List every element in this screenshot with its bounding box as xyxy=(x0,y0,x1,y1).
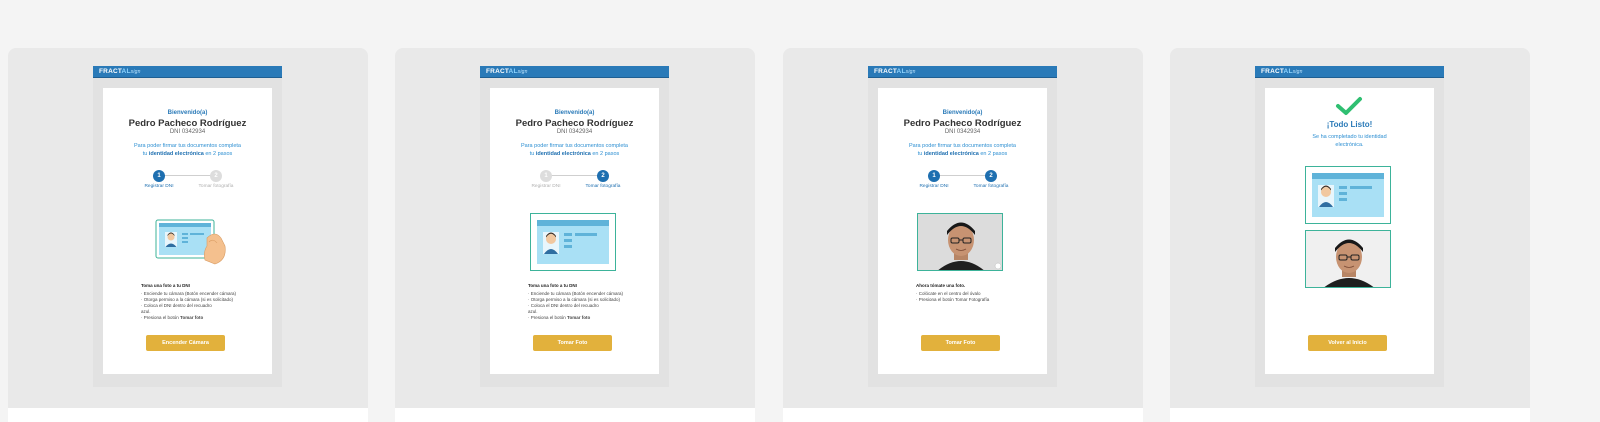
phone-frame: FRACTALsign Bienvenido(a) Pedro Pacheco … xyxy=(480,66,669,387)
intro-text: Para poder firmar tus documentos complet… xyxy=(909,143,1016,157)
instruction-line: azul. xyxy=(528,309,538,314)
welcome-label: Bienvenido(a) xyxy=(167,110,208,116)
screen-capture-selfie: Bienvenido(a) Pedro Pacheco Rodríguez DN… xyxy=(878,88,1047,374)
brand-logo: FRACTALsign xyxy=(874,68,916,75)
mockup-card-2: FRACTALsign Bienvenido(a) Pedro Pacheco … xyxy=(395,48,755,422)
success-message: Se ha completado tu identidad electrónic… xyxy=(1312,134,1387,148)
instruction-line: · Colócate en el centro del óvalo xyxy=(916,291,981,296)
card-footer xyxy=(8,408,368,422)
user-dni: DNI 0342934 xyxy=(556,129,593,135)
intro-text: Para poder firmar tus documentos complet… xyxy=(521,143,628,157)
turn-on-camera-button[interactable]: Encender Cámara xyxy=(146,335,225,351)
stepper-line xyxy=(546,175,602,176)
step-1-label: Registrar DNI xyxy=(531,184,561,189)
step-1-indicator[interactable]: 1 xyxy=(153,170,165,182)
stepper: 1 2 Registrar DNI Tomar fotografía xyxy=(103,170,272,200)
card-footer xyxy=(1170,408,1530,422)
instruction-line: · Presiona el botón Tomar Fotografía xyxy=(916,297,990,302)
instructions: Ahora tómate una foto. · Colócate en el … xyxy=(916,283,1026,303)
app-header: FRACTALsign xyxy=(868,66,1057,78)
check-icon xyxy=(1336,97,1362,115)
stepper: 1 2 Registrar DNI Tomar fotografía xyxy=(878,170,1047,200)
instruction-line: · Presiona el botón xyxy=(528,315,568,320)
instructions: Toma una foto a tu DNI · Enciende tu cám… xyxy=(528,283,638,321)
instruction-line: · Enciende tu cámara (Botón encender cám… xyxy=(528,291,624,296)
instruction-line: · Otorga permiso a la cámara (si es soli… xyxy=(141,297,234,302)
success-title: ¡Todo Listo! xyxy=(1326,120,1373,129)
person-face-image xyxy=(918,214,1002,270)
intro-text: Para poder firmar tus documentos complet… xyxy=(134,143,241,157)
step-2-label: Tomar fotografía xyxy=(198,184,234,189)
brand-logo: FRACTALsign xyxy=(1261,68,1303,75)
user-name: Pedro Pacheco Rodríguez xyxy=(515,118,634,129)
stepper-line xyxy=(934,175,990,176)
phone-frame: FRACTALsign ¡Todo Listo! Se ha completad… xyxy=(1255,66,1444,387)
user-dni: DNI 0342934 xyxy=(169,129,206,135)
step-1-indicator[interactable]: 1 xyxy=(928,170,940,182)
instruction-line: · Otorga permiso a la cámara (si es soli… xyxy=(528,297,621,302)
person-face-image xyxy=(1306,231,1390,287)
step-1-indicator[interactable]: 1 xyxy=(540,170,552,182)
stepper-line xyxy=(159,175,215,176)
instructions-title: Toma una foto a tu DNI xyxy=(528,283,577,288)
dni-card-hand-illustration xyxy=(155,219,226,265)
user-name: Pedro Pacheco Rodríguez xyxy=(128,118,247,129)
back-to-home-button[interactable]: Volver al Inicio xyxy=(1308,335,1387,351)
instruction-line: azul. xyxy=(141,309,151,314)
screen-all-done: ¡Todo Listo! Se ha completado tu identid… xyxy=(1265,88,1434,374)
card-footer xyxy=(783,408,1143,422)
user-name: Pedro Pacheco Rodríguez xyxy=(903,118,1022,129)
instruction-line: · Presiona el botón xyxy=(141,315,181,320)
brand-logo: FRACTALsign xyxy=(99,68,141,75)
dni-result-frame xyxy=(1305,166,1391,224)
step-1-label: Registrar DNI xyxy=(919,184,949,189)
card-footer xyxy=(395,408,755,422)
selfie-result-frame xyxy=(1305,230,1391,288)
take-photo-button[interactable]: Tomar Foto xyxy=(533,335,612,351)
instructions: Toma una foto a tu DNI · Enciende tu cám… xyxy=(141,283,251,321)
step-2-label: Tomar fotografía xyxy=(973,184,1009,189)
take-photo-button[interactable]: Tomar Foto xyxy=(921,335,1000,351)
stepper: 1 2 Registrar DNI Tomar fotografía xyxy=(490,170,659,200)
phone-frame: FRACTALsign Bienvenido(a) Pedro Pacheco … xyxy=(868,66,1057,387)
app-header: FRACTALsign xyxy=(1255,66,1444,78)
mockup-card-1: FRACTALsign Bienvenido(a) Pedro Pacheco … xyxy=(8,48,368,422)
step-1-label: Registrar DNI xyxy=(144,184,174,189)
instruction-line: · Coloca el DNI dentro del recuadro xyxy=(141,303,212,308)
mockup-card-4: FRACTALsign ¡Todo Listo! Se ha completad… xyxy=(1170,48,1530,422)
step-2-indicator[interactable]: 2 xyxy=(985,170,997,182)
screen-register-dni: Bienvenido(a) Pedro Pacheco Rodríguez DN… xyxy=(103,88,272,374)
step-2-label: Tomar fotografía xyxy=(585,184,621,189)
welcome-label: Bienvenido(a) xyxy=(942,110,983,116)
brand-logo: FRACTALsign xyxy=(486,68,528,75)
app-header: FRACTALsign xyxy=(93,66,282,78)
phone-frame: FRACTALsign Bienvenido(a) Pedro Pacheco … xyxy=(93,66,282,387)
app-header: FRACTALsign xyxy=(480,66,669,78)
dni-card-icon xyxy=(537,220,609,264)
instruction-line: · Coloca el DNI dentro del recuadro xyxy=(528,303,599,308)
mockup-card-3: FRACTALsign Bienvenido(a) Pedro Pacheco … xyxy=(783,48,1143,422)
step-2-indicator[interactable]: 2 xyxy=(597,170,609,182)
instructions-title: Ahora tómate una foto. xyxy=(916,283,966,288)
selfie-camera-preview xyxy=(917,213,1003,271)
dni-card-icon xyxy=(1312,173,1384,217)
screen-capture-dni: Bienvenido(a) Pedro Pacheco Rodríguez DN… xyxy=(490,88,659,374)
instructions-title: Toma una foto a tu DNI xyxy=(141,283,190,288)
instruction-line: · Enciende tu cámara (Botón encender cám… xyxy=(141,291,237,296)
user-dni: DNI 0342934 xyxy=(944,129,981,135)
welcome-label: Bienvenido(a) xyxy=(554,110,595,116)
step-2-indicator[interactable]: 2 xyxy=(210,170,222,182)
camera-frame xyxy=(530,213,616,271)
